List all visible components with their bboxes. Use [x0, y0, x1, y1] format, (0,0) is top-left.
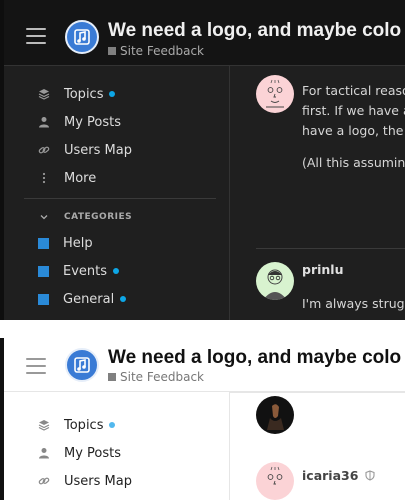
link-icon — [38, 144, 50, 156]
sidebar-item-my-posts[interactable]: My Posts — [24, 108, 216, 136]
sidebar-item-label: Topics — [64, 417, 104, 433]
panel-separator — [0, 320, 405, 338]
chevron-down-icon — [38, 211, 50, 223]
avatar[interactable] — [256, 462, 294, 500]
ascii-face-avatar-image — [267, 466, 283, 485]
sidebar-category-label: Events — [63, 263, 108, 279]
post-body-line: (All this assuming — [302, 155, 405, 170]
sidebar-divider — [24, 198, 216, 199]
sidebar-item-topics[interactable]: Topics — [24, 80, 216, 108]
post-body-line: For tactical reaso — [302, 83, 405, 98]
unread-indicator — [113, 268, 120, 274]
post-body-line: first. If we have a — [302, 103, 405, 118]
unread-indicator — [109, 422, 116, 428]
post-username[interactable]: icaria36 — [302, 468, 375, 484]
sidebar-category-help[interactable]: Help — [24, 229, 216, 257]
content-top-border — [230, 392, 405, 393]
post-username[interactable]: prinlu — [302, 262, 343, 277]
sidebar-category-events[interactable]: Events — [24, 257, 216, 285]
sidebar-category-label: General — [63, 291, 115, 307]
music-note-icon — [74, 29, 90, 45]
avatar[interactable] — [256, 396, 294, 434]
category-badge-label: Site Feedback — [120, 370, 204, 384]
sidebar-item-label: Users Map — [64, 473, 132, 489]
site-logo[interactable] — [65, 348, 99, 382]
sidebar-item-topics[interactable]: Topics — [24, 411, 216, 439]
avatar[interactable] — [256, 75, 294, 113]
topic-title[interactable]: We need a logo, and maybe colo — [108, 20, 401, 42]
category-badge[interactable]: Site Feedback — [108, 44, 204, 58]
category-badge[interactable]: Site Feedback — [108, 370, 204, 384]
unread-indicator — [120, 296, 127, 302]
category-badge-label: Site Feedback — [120, 44, 204, 58]
post-body-line: have a logo, the w — [302, 123, 405, 138]
ascii-face-avatar-image — [266, 79, 284, 108]
user-icon — [38, 116, 50, 128]
topic-header: We need a logo, and maybe colo Site Feed… — [4, 338, 405, 392]
category-color-square — [38, 293, 49, 305]
sidebar: Topics My Posts Users Map — [24, 411, 216, 495]
link-icon — [38, 475, 50, 487]
post-divider — [256, 248, 405, 249]
shield-icon — [365, 469, 375, 484]
sidebar-category-general[interactable]: General — [24, 285, 216, 313]
layers-icon — [38, 88, 50, 100]
sidebar-category-label: Help — [63, 235, 93, 251]
category-color-square — [38, 237, 49, 249]
hamburger-menu-icon[interactable] — [26, 28, 46, 44]
layers-icon — [38, 419, 50, 431]
sidebar-item-more[interactable]: More — [24, 164, 216, 192]
sidebar-item-label: More — [64, 170, 97, 186]
categories-heading: CATEGORIES — [64, 212, 133, 222]
content-divider — [229, 66, 230, 320]
dark-portrait-avatar-image — [267, 404, 284, 430]
categories-section-toggle[interactable]: CATEGORIES — [24, 205, 216, 229]
content-divider — [229, 392, 230, 500]
post-username-label: icaria36 — [302, 468, 359, 483]
sidebar-item-users-map[interactable]: Users Map — [24, 136, 216, 164]
dark-theme-view: We need a logo, and maybe colo Site Feed… — [0, 0, 405, 320]
category-color-square — [108, 373, 116, 381]
category-color-square — [38, 265, 49, 277]
sidebar-item-label: My Posts — [64, 114, 122, 130]
sidebar-item-label: My Posts — [64, 445, 122, 461]
vertical-ellipsis-icon — [38, 172, 50, 184]
category-color-square — [108, 47, 116, 55]
avatar[interactable] — [256, 262, 294, 300]
hamburger-menu-icon[interactable] — [26, 358, 46, 374]
light-theme-view: We need a logo, and maybe colo Site Feed… — [0, 338, 405, 500]
topic-title[interactable]: We need a logo, and maybe colo — [108, 347, 401, 369]
topic-header: We need a logo, and maybe colo Site Feed… — [4, 0, 405, 66]
post-body-line: I'm always strugg — [302, 296, 405, 311]
site-logo[interactable] — [65, 20, 99, 54]
unread-indicator — [109, 91, 116, 97]
sidebar-item-users-map[interactable]: Users Map — [24, 467, 216, 495]
sidebar-item-label: Topics — [64, 86, 104, 102]
user-icon — [38, 447, 50, 459]
sidebar-item-label: Users Map — [64, 142, 132, 158]
sidebar: Topics My Posts Users Map More CATEGORIE… — [24, 80, 216, 313]
sidebar-item-my-posts[interactable]: My Posts — [24, 439, 216, 467]
music-note-icon — [74, 357, 90, 373]
portrait-avatar-image — [263, 269, 287, 300]
